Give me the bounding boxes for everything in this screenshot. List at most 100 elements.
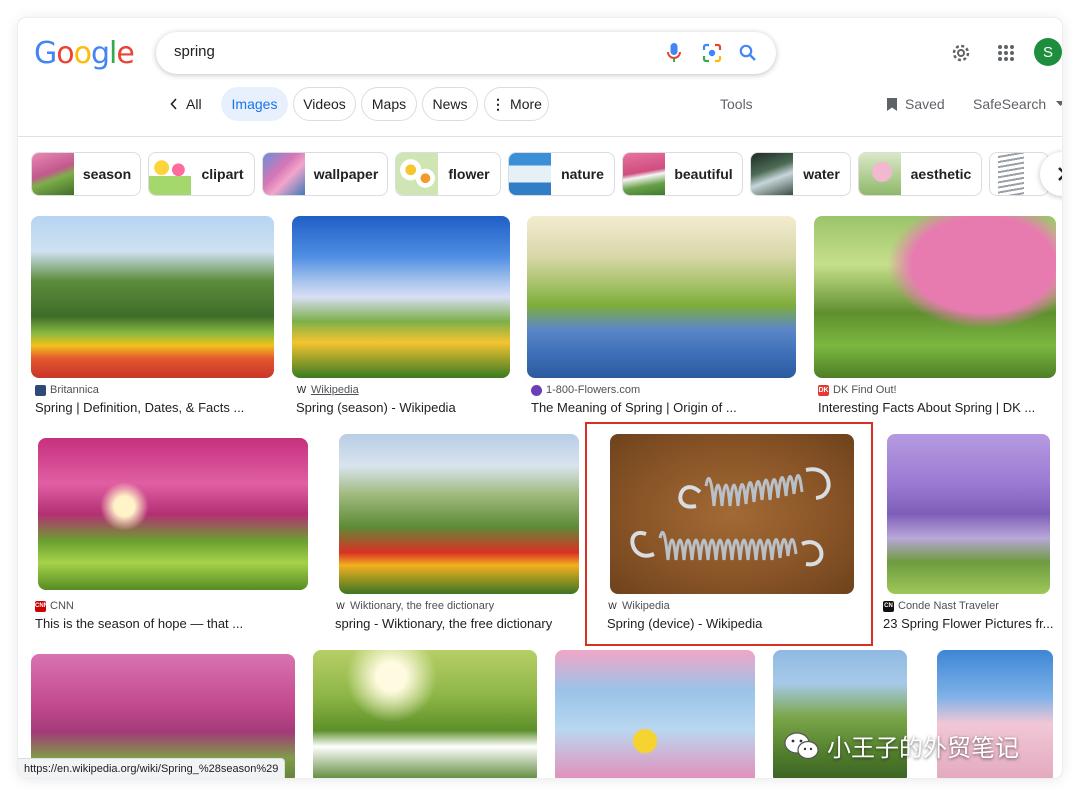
result-title[interactable]: The Meaning of Spring | Origin of ... [531, 400, 791, 415]
chip-clipart[interactable]: clipart [148, 152, 255, 196]
search-box [156, 32, 776, 74]
tab-all[interactable]: All [170, 96, 202, 112]
result-image-wiktionary[interactable] [339, 434, 579, 594]
search-icon[interactable] [736, 41, 760, 65]
dropdown-caret-icon [1056, 101, 1062, 106]
chip-season[interactable]: season [31, 152, 141, 196]
chip-thumbnail [623, 153, 665, 195]
account-avatar[interactable]: S [1034, 38, 1062, 66]
watermark-text: 小王子的外贸笔记 [827, 734, 1019, 762]
chip-thumbnail [396, 153, 438, 195]
result-source[interactable]: W Wikipedia [296, 384, 359, 396]
result-source-name: Wiktionary, the free dictionary [350, 600, 495, 612]
chip-thumbnail [859, 153, 901, 195]
microphone-icon[interactable] [662, 41, 686, 65]
result-source-name: Conde Nast Traveler [898, 600, 999, 612]
logo-letter: l [109, 36, 117, 71]
chip-label: season [82, 166, 132, 182]
google-logo[interactable]: Google [34, 36, 135, 71]
logo-letter: g [90, 36, 110, 71]
result-title[interactable]: Spring (season) - Wikipedia [296, 400, 516, 415]
chip-label: water [803, 166, 840, 182]
saved-button[interactable]: Saved [886, 96, 945, 112]
chip-thumbnail [751, 153, 793, 195]
result-title[interactable]: Spring | Definition, Dates, & Facts ... [35, 400, 275, 415]
chip-beautiful[interactable]: beautiful [622, 152, 743, 196]
chip-water[interactable]: water [750, 152, 851, 196]
logo-letter: o [73, 36, 92, 71]
result-source-name: Wikipedia [311, 384, 359, 396]
tab-more-label: More [510, 96, 542, 112]
result-title[interactable]: Interesting Facts About Spring | DK ... [818, 400, 1058, 415]
result-source[interactable]: CN Conde Nast Traveler [883, 600, 999, 612]
chip-label: nature [561, 166, 604, 182]
settings-gear-icon[interactable] [946, 38, 976, 68]
result-image-row3-2[interactable] [313, 650, 537, 778]
more-vert-icon: ⋮ [491, 95, 506, 112]
safesearch-label: SafeSearch [973, 96, 1047, 112]
chip-label: aesthetic [910, 166, 972, 182]
result-source-name: DK Find Out! [833, 384, 897, 396]
result-source[interactable]: 1-800-Flowers.com [531, 384, 640, 396]
chip-thumbnail [32, 153, 74, 195]
chip-nature[interactable]: nature [508, 152, 615, 196]
tab-more[interactable]: ⋮ More [484, 87, 549, 121]
result-image-dkfindout[interactable] [814, 216, 1056, 378]
dk-favicon: DK [818, 384, 829, 396]
spring-coil-thumbnail [998, 153, 1024, 195]
lens-camera-icon[interactable] [700, 41, 724, 65]
result-image-cnn[interactable] [38, 438, 308, 590]
cnn-favicon: CNN [35, 600, 48, 612]
wikipedia-favicon: W [296, 384, 307, 396]
chip-thumbnail [149, 153, 191, 195]
britannica-favicon [35, 384, 46, 396]
result-image-1800flowers[interactable] [527, 216, 796, 378]
tools-button[interactable]: Tools [720, 96, 753, 112]
apps-grid-icon[interactable] [991, 38, 1021, 68]
safesearch-menu[interactable]: SafeSearch [973, 96, 1062, 112]
logo-letter: G [34, 36, 57, 71]
tab-all-label: All [186, 96, 202, 112]
chip-aesthetic[interactable]: aesthetic [858, 152, 982, 196]
result-title[interactable]: spring - Wiktionary, the free dictionary [335, 616, 585, 631]
result-image-wikipedia-season[interactable] [292, 216, 510, 378]
result-source[interactable]: Britannica [35, 384, 99, 396]
chip-wallpaper[interactable]: wallpaper [262, 152, 388, 196]
result-image-britannica[interactable] [31, 216, 274, 378]
wechat-icon [784, 731, 819, 759]
result-source-name: 1-800-Flowers.com [546, 384, 641, 396]
wiktionary-favicon: W [336, 600, 345, 611]
tab-videos[interactable]: Videos [293, 87, 356, 121]
logo-letter: e [116, 36, 134, 71]
highlight-box [585, 422, 873, 646]
status-bar-url: https://en.wikipedia.org/wiki/Spring_%28… [18, 758, 286, 778]
tab-maps[interactable]: Maps [361, 87, 417, 121]
result-source-name: CNN [50, 600, 74, 612]
browser-frame: Google S All Images Videos Maps News ⋮ M… [18, 18, 1062, 778]
chip-flower[interactable]: flower [395, 152, 501, 196]
condenast-favicon: CN [883, 600, 894, 612]
chip-label: beautiful [674, 166, 733, 182]
bookmark-icon [887, 97, 897, 111]
header-divider [18, 136, 1062, 137]
chip-thumbnail [509, 153, 551, 195]
tab-news[interactable]: News [422, 87, 478, 121]
chip-thumbnail [263, 153, 305, 195]
logo-letter: o [56, 36, 74, 71]
search-input[interactable] [174, 43, 644, 60]
result-source-name: Britannica [50, 384, 99, 396]
result-source[interactable]: W Wiktionary, the free dictionary [335, 600, 494, 612]
chip-label: flower [448, 166, 490, 182]
result-image-row3-3[interactable] [555, 650, 755, 778]
flowers-favicon [531, 384, 542, 396]
result-title[interactable]: 23 Spring Flower Pictures fr... [883, 616, 1053, 631]
chevron-right-icon [1058, 167, 1062, 181]
watermark: 小王子的外贸笔记 [783, 728, 1019, 763]
tab-images[interactable]: Images [221, 87, 288, 121]
result-image-condenast[interactable] [887, 434, 1050, 594]
result-title[interactable]: This is the season of hope — that ... [35, 616, 275, 631]
result-source[interactable]: CNN CNN [35, 600, 74, 612]
chip-label: wallpaper [313, 166, 379, 182]
chevron-left-icon [170, 98, 177, 110]
result-source[interactable]: DK DK Find Out! [818, 384, 897, 396]
